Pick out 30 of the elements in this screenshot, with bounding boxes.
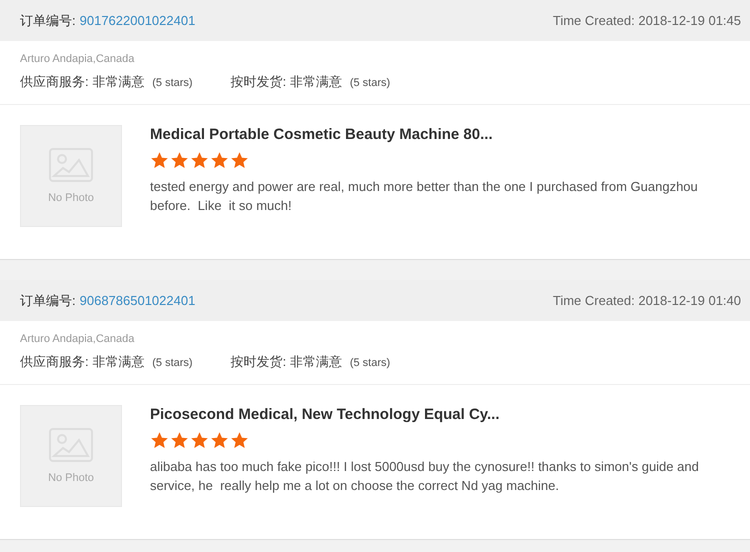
no-photo-text: No Photo — [48, 192, 94, 204]
stars-text: (5 stars) — [152, 77, 193, 89]
rating-label: 供应商服务: 非常满意 — [20, 353, 144, 371]
time-created: Time Created: 2018-12-19 01:45 — [552, 13, 741, 28]
order-number-label: 订单编号: 9068786501022401 — [20, 292, 196, 310]
star-icon — [230, 431, 249, 450]
product-title[interactable]: Picosecond Medical, New Technology Equal Cy... — [150, 406, 730, 423]
no-photo-text: No Photo — [48, 472, 94, 484]
rating-label: 按时发货: 非常满意 — [230, 353, 342, 371]
star-icon — [230, 151, 249, 170]
star-icon — [150, 431, 169, 450]
order-number-label: 订单编号: 9017622001022401 — [20, 12, 196, 30]
star-icon — [190, 431, 209, 450]
star-icon — [210, 431, 229, 450]
stars-text: (5 stars) — [152, 357, 193, 369]
star-icon — [190, 151, 209, 170]
buyer-name: Arturo Andapia,Canada — [20, 333, 136, 345]
buyer-name: Arturo Andapia,Canada — [20, 53, 136, 65]
star-icon — [170, 151, 189, 170]
time-created: Time Created: 2018-12-19 01:40 — [552, 293, 741, 308]
stars-text: (5 stars) — [350, 357, 390, 369]
star-icon — [170, 431, 189, 450]
star-icon — [150, 151, 169, 170]
star-icon — [210, 151, 229, 170]
rating-label: 按时发货: 非常满意 — [230, 73, 342, 91]
review-text: tested energy and power are real, much more better than the one I purchased from Guangzhou before. Like it so much! — [150, 178, 699, 215]
product-title[interactable]: Medical Portable Cosmetic Beauty Machine 80... — [150, 126, 730, 143]
stars-text: (5 stars) — [350, 77, 390, 89]
rating-label: 供应商服务: 非常满意 — [20, 73, 144, 91]
review-text: alibaba has too much fake pico!!! I lost 5000usd buy the cynosure!! thanks to simon's guide and service, he really help me a lot on choose the correct Nd yag machine. — [150, 458, 700, 495]
